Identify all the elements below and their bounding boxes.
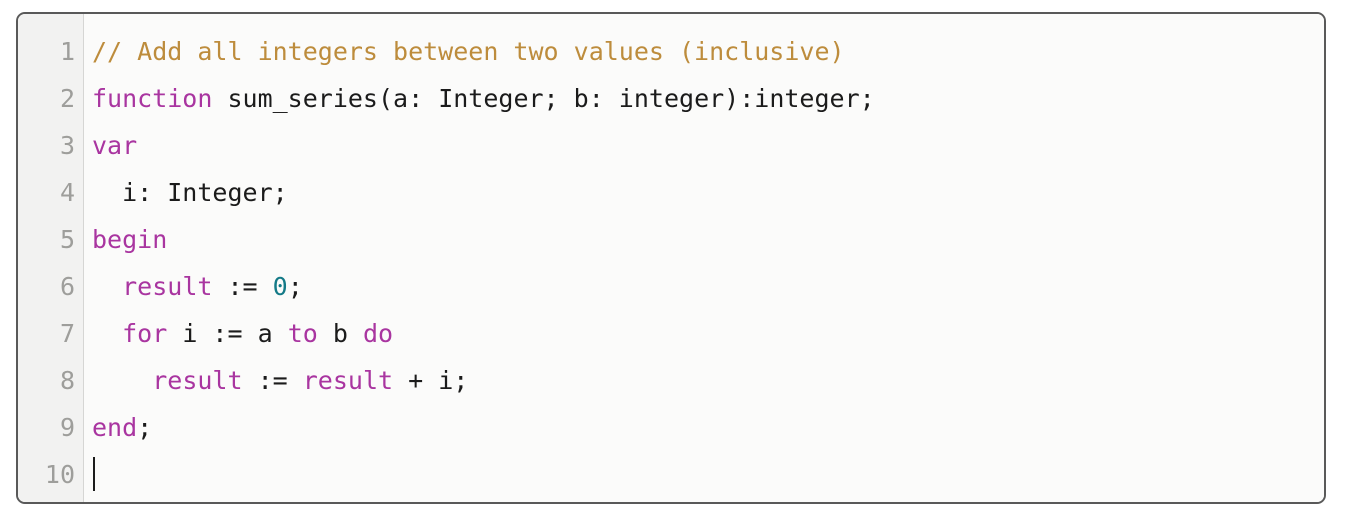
text-caret <box>93 457 95 491</box>
code-line[interactable]: var <box>92 122 1324 169</box>
code-token-builtin: result <box>152 366 243 395</box>
code-token-plain: ; <box>137 413 153 442</box>
code-token-plain: := <box>242 366 303 395</box>
code-token-keyword: end <box>92 413 138 442</box>
line-number: 9 <box>59 413 75 442</box>
code-editor[interactable]: 1 2 3 4 5 6 7 8 9 10 // Add all integers between … <box>16 12 1326 504</box>
code-token-keyword: for <box>122 319 168 348</box>
code-line[interactable]: begin <box>92 216 1324 263</box>
code-token-plain: i: Integer; <box>92 178 288 207</box>
code-line[interactable]: function sum_series(a: Integer; b: integ… <box>92 75 1324 122</box>
code-token-plain: ; <box>287 272 303 301</box>
line-number: 5 <box>59 225 75 254</box>
code-line[interactable]: i: Integer; <box>92 169 1324 216</box>
code-token-builtin: result <box>122 272 213 301</box>
code-token-plain: := <box>212 272 273 301</box>
code-token-keyword: function <box>92 84 213 113</box>
code-token-keyword: to <box>287 319 318 348</box>
code-line[interactable] <box>92 451 1324 498</box>
code-token-plain: + i; <box>393 366 469 395</box>
code-token-builtin: result <box>302 366 394 395</box>
code-line[interactable]: result := 0; <box>92 263 1324 310</box>
line-number: 1 <box>59 37 75 66</box>
line-number: 7 <box>59 319 75 348</box>
code-token-comment: // Add all integers between two values (… <box>92 37 845 66</box>
code-token-plain: sum_series(a: Integer; b: integer):integ… <box>212 84 875 113</box>
line-number: 2 <box>59 84 75 113</box>
code-token-keyword: do <box>362 319 394 348</box>
code-line[interactable]: for i := a to b do <box>92 310 1324 357</box>
code-line[interactable]: // Add all integers between two values (… <box>92 28 1324 75</box>
code-line[interactable]: end; <box>92 404 1324 451</box>
line-number: 6 <box>59 272 75 301</box>
line-number: 3 <box>59 131 75 160</box>
code-token-plain: i := a <box>167 319 288 348</box>
code-token-keyword: begin <box>92 225 168 254</box>
code-text-area[interactable]: // Add all integers between two values (… <box>84 14 1324 502</box>
line-number-gutter: 1 2 3 4 5 6 7 8 9 10 <box>18 14 84 502</box>
code-token-keyword: var <box>92 131 138 160</box>
line-number: 4 <box>59 178 75 207</box>
code-token-number: 0 <box>272 272 288 301</box>
code-token-plain: b <box>317 319 363 348</box>
line-number: 8 <box>59 366 75 395</box>
code-line[interactable]: result := result + i; <box>92 357 1324 404</box>
line-number: 10 <box>44 460 75 489</box>
